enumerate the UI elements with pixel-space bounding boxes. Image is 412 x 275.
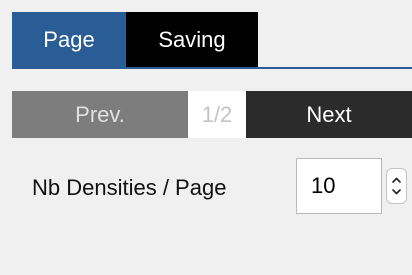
tab-saving[interactable]: Saving [126, 12, 258, 68]
page-indicator: 1/2 [188, 91, 246, 138]
tab-saving-label: Saving [158, 27, 226, 52]
tab-page[interactable]: Page [12, 12, 126, 68]
tab-page-label: Page [43, 27, 95, 52]
nb-densities-input[interactable] [296, 158, 382, 214]
page-indicator-text: 1/2 [201, 101, 233, 127]
pagination-bar: Prev. 1/2 Next [12, 91, 412, 138]
prev-button-label: Prev. [75, 101, 125, 127]
up-down-stepper-icon[interactable] [386, 168, 407, 204]
tab-underline [12, 67, 412, 69]
nb-densities-row: Nb Densities / Page [12, 158, 412, 216]
tab-bar: Page Saving [12, 12, 412, 69]
next-button-label: Next [306, 101, 352, 127]
nb-densities-label: Nb Densities / Page [32, 175, 227, 200]
next-button[interactable]: Next [246, 91, 412, 138]
prev-button[interactable]: Prev. [12, 91, 188, 138]
